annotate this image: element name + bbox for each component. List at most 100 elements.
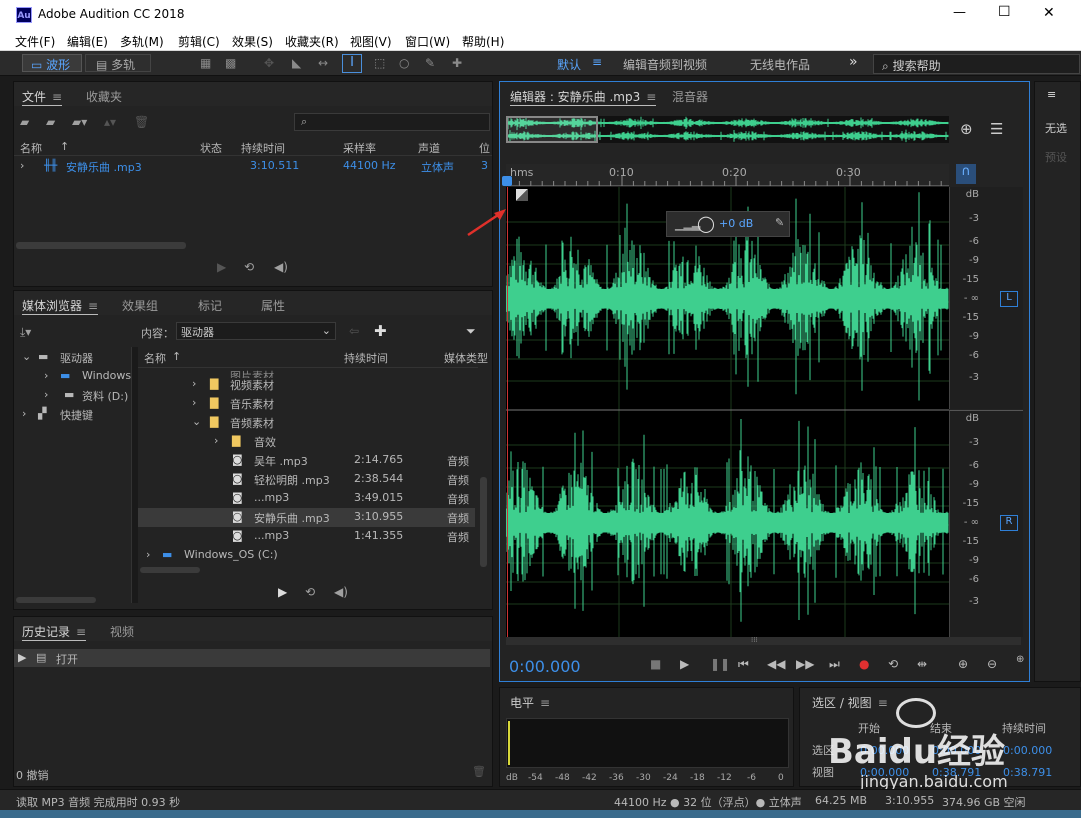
col-sample-rate[interactable]: 采样率: [343, 140, 376, 156]
skip-end-icon[interactable]: ⏭: [829, 657, 840, 672]
playhead-marker[interactable]: [502, 176, 512, 186]
menu-favorites[interactable]: 收藏夹(R): [285, 33, 339, 50]
hud-db-value[interactable]: +0 dB: [719, 217, 753, 230]
waveform-horizontal-scrollbar[interactable]: ⁞⁞⁞: [506, 637, 1021, 645]
tree-shortcuts[interactable]: 快捷键: [60, 407, 93, 423]
minimize-button[interactable]: —: [953, 5, 966, 20]
brush-tool-icon[interactable]: ✎: [425, 56, 435, 70]
download-icon[interactable]: ⤓▾: [20, 325, 31, 340]
list-item[interactable]: ◙ ...mp3 3:49.015 音频: [138, 489, 475, 508]
panel-menu-icon[interactable]: ≡: [76, 625, 86, 639]
chevron-right-icon[interactable]: ›: [214, 434, 218, 447]
import-file-icon[interactable]: ▰: [46, 115, 55, 129]
folder-row[interactable]: › ▇ 音效: [138, 432, 475, 451]
tab-video[interactable]: 视频: [110, 623, 134, 640]
filter-icon[interactable]: ⏷: [466, 324, 476, 339]
pin-icon[interactable]: ✎: [775, 216, 784, 229]
waveform-view-button[interactable]: ▭ 波形: [22, 54, 82, 72]
list-item[interactable]: ◙ 吴年 .mp3 2:14.765 音频: [138, 451, 475, 470]
hud-volume[interactable]: ▁▂▃ ◯ +0 dB ✎: [666, 211, 790, 237]
channel-l-toggle[interactable]: L: [1000, 291, 1018, 307]
tab-media-browser[interactable]: 媒体浏览器 ≡: [22, 297, 99, 315]
waveform-canvas[interactable]: ▁▂▃ ◯ +0 dB ✎: [506, 187, 949, 637]
content-dropdown[interactable]: 驱动器 ⌄: [176, 322, 336, 340]
chevron-right-icon[interactable]: ›: [44, 369, 48, 382]
list-item[interactable]: ◙ ...mp3 1:41.355 音频: [138, 527, 475, 546]
zoom-fit-icon[interactable]: ⊕: [960, 120, 973, 138]
drive-row[interactable]: › ▬ Windows_OS (C:): [138, 546, 475, 565]
col-channels[interactable]: 声道: [418, 140, 440, 156]
back-arrow-icon[interactable]: ⇦: [349, 324, 359, 338]
tab-mixer[interactable]: 混音器: [672, 88, 708, 105]
folder-row[interactable]: › ▇ 音乐素材: [138, 394, 475, 413]
open-file-icon[interactable]: ▰: [20, 115, 29, 129]
menu-file[interactable]: 文件(F): [15, 33, 55, 50]
autoplay-icon[interactable]: ◀): [334, 585, 348, 599]
panel-menu-icon[interactable]: ≡: [646, 90, 656, 104]
play-icon[interactable]: ▶: [680, 657, 689, 671]
zoom-out-amplitude-icon[interactable]: ⊖: [987, 657, 997, 671]
tree-windows[interactable]: Windows: [82, 369, 131, 382]
chevron-right-icon[interactable]: ›: [192, 377, 196, 390]
menu-effects[interactable]: 效果(S): [232, 33, 273, 50]
file-row[interactable]: › ╫╫ 安静乐曲 .mp3 3:10.511 44100 Hz 立体声 3: [14, 157, 492, 175]
folder-row[interactable]: ⌄ ▇ 音频素材: [138, 413, 475, 432]
tab-effects-rack[interactable]: 效果组: [122, 297, 158, 314]
tab-files[interactable]: 文件 ≡: [22, 88, 63, 106]
more-workspaces-button[interactable]: »: [849, 54, 858, 70]
current-time[interactable]: 0:00.000: [509, 657, 581, 676]
menu-window[interactable]: 窗口(W): [405, 33, 450, 50]
chevron-down-icon[interactable]: ⌄: [22, 350, 31, 363]
chevron-right-icon[interactable]: ›: [22, 407, 26, 420]
multitrack-view-button[interactable]: ▤ 多轨: [85, 54, 151, 72]
tab-editor[interactable]: 编辑器 : 安静乐曲 .mp3 ≡: [510, 88, 657, 106]
time-selection-tool[interactable]: I: [342, 54, 362, 73]
menu-view[interactable]: 视图(V): [350, 33, 392, 50]
col-status[interactable]: 状态: [200, 140, 222, 156]
folder-row[interactable]: › ▇ 视频素材: [138, 375, 475, 394]
waveform-overview[interactable]: [506, 116, 949, 143]
panel-layout-icon[interactable]: ☰: [990, 120, 1003, 138]
tab-markers[interactable]: 标记: [198, 297, 222, 314]
skip-start-icon[interactable]: ⏮: [738, 657, 749, 672]
list-item[interactable]: ◙ 轻松明朗 .mp3 2:38.544 音频: [138, 470, 475, 489]
workspace-radio[interactable]: 无线电作品: [750, 56, 810, 73]
pitch-display-icon[interactable]: ▩: [225, 56, 236, 70]
loop-icon[interactable]: ⟲: [888, 657, 898, 671]
zoom-more-icon[interactable]: ⊕: [1016, 654, 1024, 665]
spectral-display-icon[interactable]: ▦: [200, 56, 211, 70]
panel-menu-icon[interactable]: ≡: [540, 696, 550, 710]
fast-forward-icon[interactable]: ▶▶: [796, 657, 814, 671]
volume-knob-icon[interactable]: ◯: [697, 214, 715, 233]
play-icon[interactable]: ▶: [217, 260, 226, 274]
col-name[interactable]: 名称: [20, 140, 42, 156]
overview-viewport[interactable]: [506, 116, 598, 143]
files-horizontal-scrollbar[interactable]: [16, 242, 186, 249]
tree-horizontal-scrollbar[interactable]: [16, 597, 96, 603]
move-tool-icon[interactable]: ✥: [264, 56, 274, 70]
loop-icon[interactable]: ⟲: [305, 585, 315, 599]
col-bits[interactable]: 位: [479, 140, 490, 156]
maximize-button[interactable]: ☐: [998, 4, 1011, 20]
healing-tool-icon[interactable]: ✚: [452, 56, 462, 70]
workspace-video[interactable]: 编辑音频到视频: [623, 56, 707, 73]
slip-tool-icon[interactable]: ↔: [318, 56, 328, 70]
tab-properties[interactable]: 属性: [261, 297, 285, 314]
zoom-in-amplitude-icon[interactable]: ⊕: [958, 657, 968, 671]
razor-tool-icon[interactable]: ◣: [292, 56, 301, 70]
tab-favorites[interactable]: 收藏夹: [86, 88, 122, 105]
autoplay-icon[interactable]: ◀): [274, 260, 288, 274]
trash-icon[interactable]: 🗑: [472, 765, 486, 778]
play-icon[interactable]: ▶: [278, 585, 287, 599]
tab-history[interactable]: 历史记录 ≡: [22, 623, 87, 641]
chevron-down-icon[interactable]: ⌄: [192, 415, 201, 428]
chevron-right-icon[interactable]: ›: [192, 396, 196, 409]
workspace-default[interactable]: 默认: [557, 56, 581, 73]
menu-edit[interactable]: 编辑(E): [67, 33, 108, 50]
stop-icon[interactable]: ■: [650, 657, 661, 671]
close-button[interactable]: ✕: [1043, 5, 1055, 21]
new-file-icon[interactable]: ▰▾: [72, 115, 87, 129]
skip-selection-icon[interactable]: ⇹: [917, 657, 927, 671]
add-shortcut-icon[interactable]: ✚: [374, 322, 387, 340]
loop-icon[interactable]: ⟲: [244, 260, 254, 274]
